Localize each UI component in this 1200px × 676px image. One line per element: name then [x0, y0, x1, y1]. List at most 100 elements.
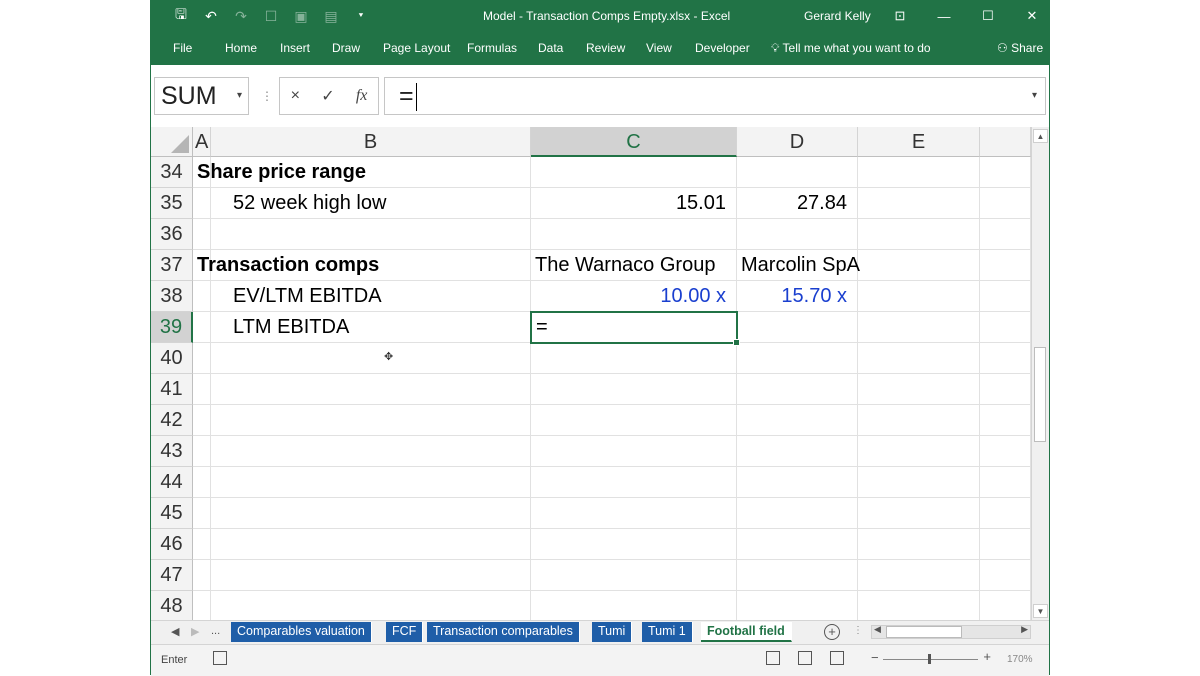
grid-cell[interactable] — [211, 405, 531, 436]
form-icon[interactable]: ▤ — [316, 0, 346, 32]
grid-cell[interactable] — [980, 467, 1031, 498]
cell-b35[interactable]: 52 week high low — [211, 188, 531, 219]
grid-cell[interactable] — [531, 405, 737, 436]
expand-formula-bar-icon[interactable]: ▾ — [1032, 78, 1037, 114]
grid-cell[interactable] — [858, 436, 980, 467]
row-header-37[interactable]: 37 — [151, 250, 193, 281]
vertical-scroll-thumb[interactable] — [1034, 347, 1046, 442]
grid-cell[interactable] — [193, 219, 211, 250]
grid-cell[interactable] — [211, 467, 531, 498]
column-header-a[interactable]: A — [193, 127, 211, 157]
row-header-47[interactable]: 47 — [151, 560, 193, 591]
grid-cell[interactable] — [193, 498, 211, 529]
grid-cell[interactable] — [531, 560, 737, 591]
grid-cell[interactable] — [211, 591, 531, 620]
grid-cell[interactable] — [858, 343, 980, 374]
customize-qat-icon[interactable]: ⯆ — [346, 0, 376, 32]
sheet-tab-tumi-1[interactable]: Tumi 1 — [642, 622, 693, 642]
grid-cell[interactable] — [858, 560, 980, 591]
horizontal-scrollbar[interactable]: ◀ ▶ — [871, 624, 1031, 639]
grid-cell[interactable] — [531, 157, 737, 188]
tab-home[interactable]: Home — [225, 41, 257, 55]
active-cell-c39[interactable]: = — [530, 311, 740, 346]
scroll-up-icon[interactable]: ▲ — [1033, 129, 1048, 143]
grid-cell[interactable] — [980, 312, 1031, 343]
grid-cell[interactable] — [737, 529, 858, 560]
sheet-tab-football-field[interactable]: Football field — [701, 622, 792, 642]
tab-view[interactable]: View — [646, 41, 672, 55]
name-box-dropdown-icon[interactable]: ▾ — [237, 78, 242, 114]
camera-icon[interactable]: ▣ — [286, 0, 316, 32]
enter-icon[interactable]: ✓ — [321, 86, 334, 106]
tab-splitter[interactable]: ⋮ — [853, 625, 863, 636]
grid-cell[interactable] — [193, 591, 211, 620]
grid-cell[interactable] — [211, 219, 531, 250]
grid-cell[interactable] — [858, 281, 980, 312]
row-header-48[interactable]: 48 — [151, 591, 193, 620]
undo-icon[interactable]: ↶ — [196, 0, 226, 32]
grid-cell[interactable] — [737, 467, 858, 498]
zoom-level[interactable]: 170% — [1007, 654, 1033, 665]
grid-cell[interactable] — [531, 498, 737, 529]
select-all-corner[interactable] — [151, 127, 193, 157]
grid-cell[interactable] — [193, 188, 211, 219]
grid-cell[interactable] — [980, 529, 1031, 560]
row-header-41[interactable]: 41 — [151, 374, 193, 405]
column-header-b[interactable]: B — [211, 127, 531, 157]
row-header-44[interactable]: 44 — [151, 467, 193, 498]
grid-cell[interactable] — [211, 343, 531, 374]
cell-b39[interactable]: LTM EBITDA — [211, 312, 531, 343]
grid-cell[interactable] — [737, 312, 858, 343]
column-header-f[interactable] — [980, 127, 1031, 157]
grid-cell[interactable] — [737, 374, 858, 405]
grid-cell[interactable] — [858, 157, 980, 188]
grid-cell[interactable] — [858, 498, 980, 529]
grid-cell[interactable] — [531, 219, 737, 250]
grid-cell[interactable] — [858, 374, 980, 405]
grid-cell[interactable] — [858, 591, 980, 620]
row-header-39[interactable]: 39 — [151, 312, 193, 343]
vertical-scrollbar[interactable]: ▲ ▼ — [1031, 127, 1049, 620]
tab-insert[interactable]: Insert — [280, 41, 310, 55]
grid-cell[interactable] — [737, 405, 858, 436]
grid-cell[interactable] — [858, 405, 980, 436]
redo-icon[interactable]: ↷ — [226, 0, 256, 32]
grid-cell[interactable] — [193, 436, 211, 467]
insert-function-icon[interactable]: fx — [356, 87, 368, 105]
grid-cell[interactable] — [858, 312, 980, 343]
cell-c37[interactable]: The Warnaco Group — [531, 250, 737, 281]
formula-input[interactable]: = ▾ — [384, 77, 1046, 115]
grid-cell[interactable] — [980, 560, 1031, 591]
grid-cell[interactable] — [980, 498, 1031, 529]
tell-me-box[interactable]: 💡︎ Tell me what you want to do — [771, 41, 931, 56]
column-header-e[interactable]: E — [858, 127, 980, 157]
page-break-view-icon[interactable] — [830, 651, 844, 665]
tab-developer[interactable]: Developer — [695, 41, 750, 55]
grid-cell[interactable] — [980, 405, 1031, 436]
grid-cell[interactable] — [980, 157, 1031, 188]
cell-d38[interactable]: 15.70 x — [737, 281, 858, 312]
grid-cell[interactable] — [858, 188, 980, 219]
ribbon-display-options-icon[interactable]: ⊡ — [878, 0, 922, 32]
minimize-icon[interactable]: — — [922, 0, 966, 32]
grid-cell[interactable] — [211, 560, 531, 591]
grid-cell[interactable] — [531, 374, 737, 405]
grid-cell[interactable] — [980, 281, 1031, 312]
grid-cell[interactable] — [737, 436, 858, 467]
scroll-left-icon[interactable]: ◀ — [874, 624, 881, 635]
cell-d37[interactable]: Marcolin SpA — [737, 250, 860, 281]
fill-handle[interactable] — [733, 339, 740, 346]
row-header-40[interactable]: 40 — [151, 343, 193, 374]
macro-recording-icon[interactable] — [213, 651, 227, 665]
grid-cell[interactable] — [858, 529, 980, 560]
user-name[interactable]: Gerard Kelly — [804, 9, 871, 23]
tab-file[interactable]: File — [173, 41, 192, 55]
grid-cell[interactable] — [193, 343, 211, 374]
tab-review[interactable]: Review — [586, 41, 625, 55]
grid-cell[interactable] — [211, 529, 531, 560]
grid-cell[interactable] — [980, 591, 1031, 620]
grid-cell[interactable] — [737, 157, 858, 188]
cancel-icon[interactable]: × — [291, 87, 300, 105]
grid-cell[interactable] — [193, 529, 211, 560]
horizontal-scroll-thumb[interactable] — [886, 626, 962, 638]
